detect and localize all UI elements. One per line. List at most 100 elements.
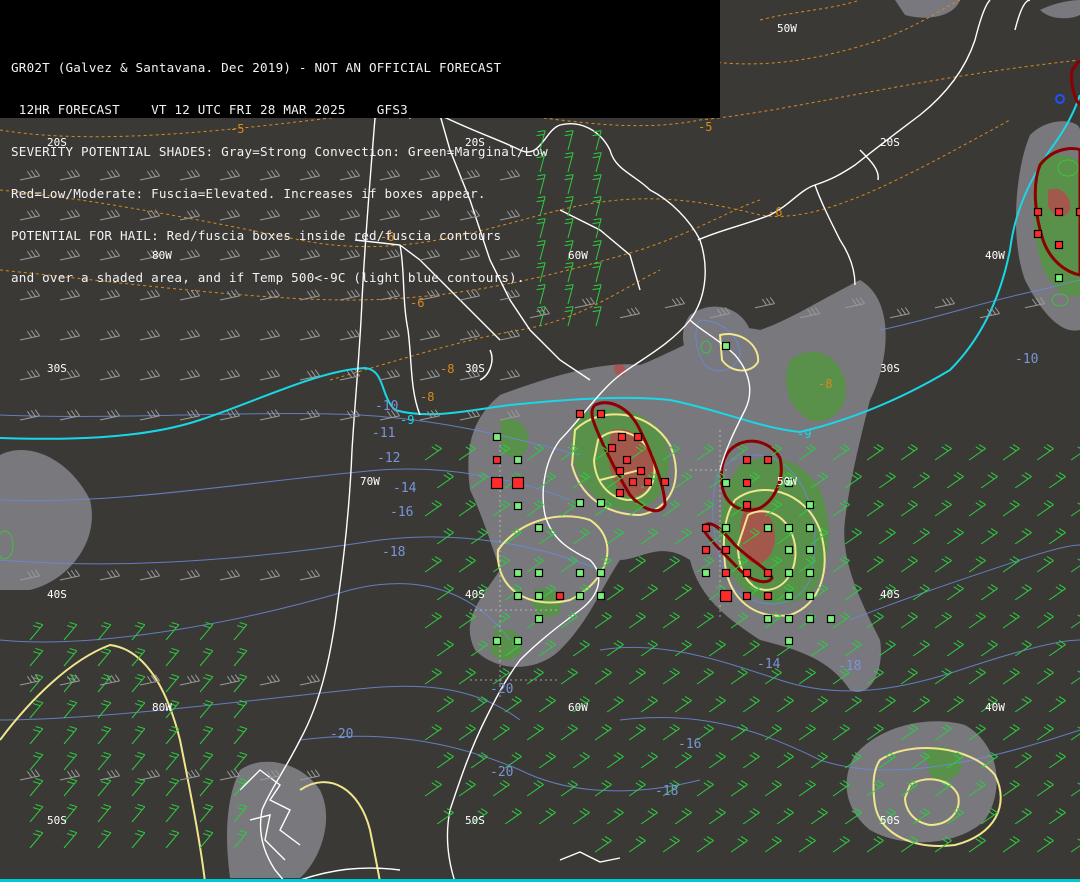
red-hail-box <box>636 466 646 476</box>
red-hail-box <box>763 568 773 578</box>
green-hail-box <box>701 568 711 578</box>
green-hail-box <box>721 478 731 488</box>
green-hail-box <box>534 568 544 578</box>
green-hail-box <box>513 501 523 511</box>
green-hail-box <box>513 455 523 465</box>
red-hail-box <box>763 591 773 601</box>
green-hail-box <box>575 498 585 508</box>
red-hail-box <box>596 409 606 419</box>
green-hail-box <box>763 523 773 533</box>
green-hail-box <box>805 591 815 601</box>
header-line: GR02T (Galvez & Santavana. Dec 2019) - N… <box>11 61 502 75</box>
red-hail-box <box>628 477 638 487</box>
grid-label: 40S <box>465 588 485 601</box>
red-hail-box <box>1054 240 1064 250</box>
grid-label: 60W <box>568 701 588 714</box>
contour-label: -16 <box>390 505 413 520</box>
grid-label: 50S <box>465 814 485 827</box>
header-line: 12HR FORECAST VT 12 UTC FRI 28 MAR 2025 … <box>11 103 408 117</box>
header-line: SEVERITY POTENTIAL SHADES: Gray=Strong C… <box>11 145 548 159</box>
red-hail-box <box>1075 207 1080 217</box>
contour-label: -6 <box>768 205 782 219</box>
red-hail-box <box>607 443 617 453</box>
red-hail-box <box>721 568 731 578</box>
green-hail-box <box>805 568 815 578</box>
contour-label: -14 <box>757 657 781 672</box>
green-hail-box <box>534 591 544 601</box>
contour-label: -11 <box>372 426 395 441</box>
red-hail-box <box>617 432 627 442</box>
green-hail-box <box>721 341 731 351</box>
contour-label: -8 <box>818 377 832 391</box>
red-hail-box <box>742 478 752 488</box>
grid-label: 40S <box>47 588 67 601</box>
contour-label: -10 <box>1015 352 1038 367</box>
contour-label: -20 <box>490 765 513 780</box>
green-hail-box <box>596 568 606 578</box>
red-hail-box <box>555 591 565 601</box>
forecast-header: GR02T (Galvez & Santavana. Dec 2019) - N… <box>0 0 720 285</box>
red-hail-box <box>490 476 504 490</box>
grid-label: 50W <box>777 475 797 488</box>
red-hail-box <box>721 545 731 555</box>
red-hail-box <box>643 477 653 487</box>
green-hail-box <box>1054 273 1064 283</box>
contour-label: -18 <box>382 545 405 560</box>
grid-label: 50W <box>777 22 797 35</box>
contour-label: -14 <box>393 481 417 496</box>
contour-label: -8 <box>440 362 454 376</box>
red-hail-box <box>633 432 643 442</box>
contour-label: -20 <box>330 727 353 742</box>
red-hail-box <box>701 523 711 533</box>
red-hail-box <box>575 409 585 419</box>
green-hail-box <box>784 523 794 533</box>
red-hail-box <box>511 476 525 490</box>
red-hail-box <box>615 466 625 476</box>
red-hail-box <box>615 488 625 498</box>
red-hail-box <box>742 568 752 578</box>
red-hail-box <box>763 455 773 465</box>
green-hail-box <box>784 614 794 624</box>
green-hail-box <box>575 568 585 578</box>
red-hail-box <box>1054 207 1064 217</box>
red-hail-box <box>742 455 752 465</box>
grid-label: 80W <box>152 701 172 714</box>
green-hail-box <box>575 591 585 601</box>
green-hail-box <box>826 614 836 624</box>
green-hail-box <box>492 432 502 442</box>
contour-label: -20 <box>490 682 513 697</box>
contour-label: -18 <box>655 784 678 799</box>
green-hail-box <box>763 614 773 624</box>
green-hail-box <box>805 545 815 555</box>
green-hail-box <box>784 636 794 646</box>
green-hail-box <box>784 568 794 578</box>
green-hail-box <box>513 568 523 578</box>
header-line: Red=Low/Moderate: Fuscia=Elevated. Incre… <box>11 187 486 201</box>
green-hail-box <box>513 591 523 601</box>
green-hail-box <box>805 614 815 624</box>
contour-label: -9 <box>400 413 414 427</box>
green-hail-box <box>784 591 794 601</box>
green-hail-box <box>805 500 815 510</box>
header-line: POTENTIAL FOR HAIL: Red/fuscia boxes ins… <box>11 229 502 243</box>
green-hail-box <box>513 636 523 646</box>
grid-label: 30S <box>465 362 485 375</box>
contour-label: -12 <box>377 451 400 466</box>
grid-label: 30S <box>47 362 67 375</box>
grid-label: 40S <box>880 588 900 601</box>
contour-label: -16 <box>678 737 701 752</box>
green-hail-box <box>534 523 544 533</box>
red-hail-box <box>719 589 733 603</box>
red-hail-box <box>492 455 502 465</box>
red-hail-box <box>742 591 752 601</box>
grid-label: 40W <box>985 701 1005 714</box>
green-hail-box <box>492 636 502 646</box>
contour-label: -9 <box>797 427 811 441</box>
grid-label: 20S <box>880 136 900 149</box>
contour-label: -10 <box>375 399 398 414</box>
grid-label: 50S <box>880 814 900 827</box>
green-hail-box <box>596 498 606 508</box>
green-hail-box <box>596 591 606 601</box>
grid-label: 50S <box>47 814 67 827</box>
red-hail-box <box>1033 229 1043 239</box>
